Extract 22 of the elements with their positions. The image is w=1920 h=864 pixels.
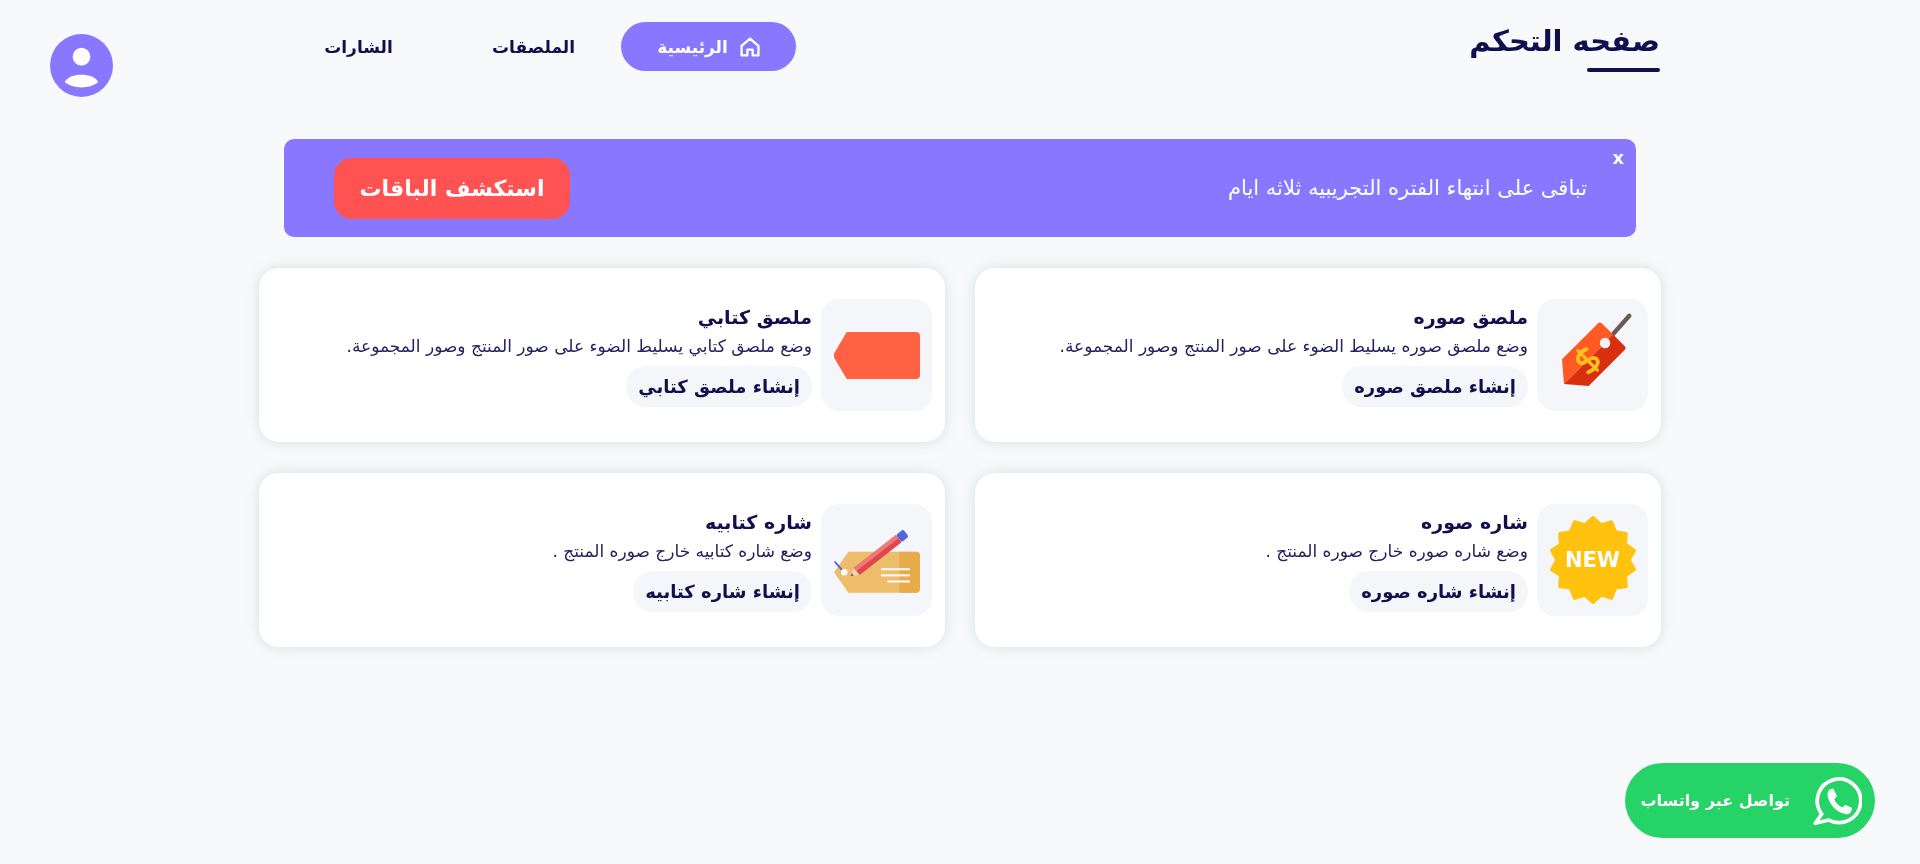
card-description: وضع شاره صوره خارج صوره المنتج . [1265,539,1528,563]
card-title: ملصق صوره [1413,304,1528,330]
starburst-icon [1548,516,1637,604]
create-button[interactable]: إنشاء شاره صوره [1349,570,1528,612]
create-button[interactable]: إنشاء ملصق صوره [1342,365,1528,407]
tag-icon [833,331,920,379]
create-button[interactable]: إنشاء ملصق كتابي [626,365,812,407]
page-title: صفحه التحكم [1469,23,1660,60]
chat-phone-icon [1812,775,1862,826]
home-icon [739,36,760,57]
user-avatar-icon[interactable] [50,34,113,97]
card-description: وضع ملصق صوره يسليط الضوء على صور المنتج وصور المجموعة. [1059,334,1528,358]
card-title: شاره كتابيه [705,509,812,535]
card-description: وضع شاره كتابيه خارج صوره المنتج . [552,539,812,563]
trial-message: تباقى على انتهاء الفتره التجريبيه ثلاثه ايام [1228,176,1587,200]
card-title: شاره صوره [1421,509,1528,535]
card-title: ملصق كتابي [697,304,812,330]
create-button[interactable]: إنشاء شاره كتابيه [633,570,812,612]
nav-tab[interactable]: الملصقات [446,22,621,71]
nav-tab[interactable]: الشارات [271,22,446,71]
badge-label: NEW [1564,549,1621,571]
card-description: وضع ملصق كتابي يسليط الضوء على صور المنتج وصور المجموعة. [346,334,812,358]
